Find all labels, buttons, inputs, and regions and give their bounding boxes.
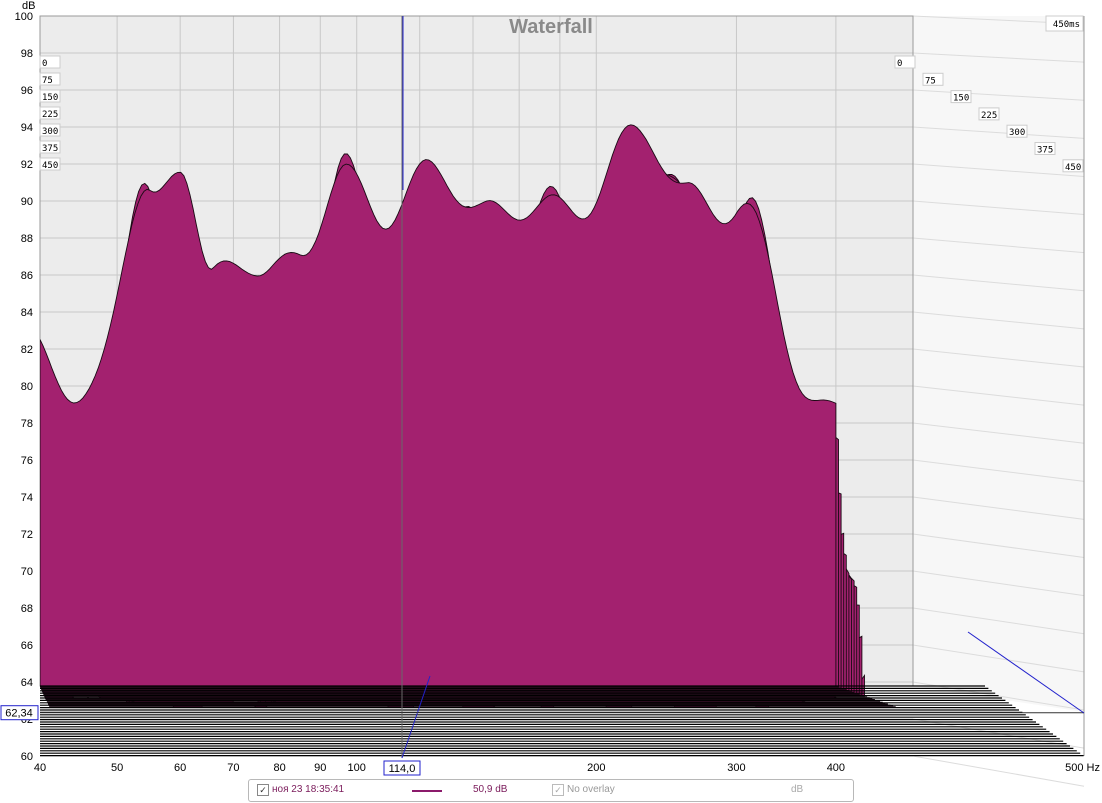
y-tick-label: 94 <box>21 122 33 134</box>
x-tick-label: 90 <box>314 762 326 774</box>
y-tick-label: 70 <box>21 566 33 578</box>
x-tick-label: 80 <box>273 762 285 774</box>
x-tick-label: 200 <box>587 762 605 774</box>
time-end-label: 450ms <box>1053 20 1080 30</box>
legend-bar: ✓ ноя 23 18:35:41 50,9 dB ✓ No overlay d… <box>248 779 854 802</box>
time-label-right: 300 <box>1009 128 1025 138</box>
x-axis: 40 50 60 70 80 90 100 200 300 400 500 Hz 114,0 <box>34 760 1100 776</box>
series-line-swatch <box>412 790 442 792</box>
y-axis: 100 98 96 94 92 90 88 86 84 82 80 78 76 74 72 70 68 66 64 6… <box>0 11 39 763</box>
y-tick-label: 80 <box>21 381 33 393</box>
x-tick-label: 60 <box>174 762 186 774</box>
time-label-right: 450 <box>1065 163 1081 173</box>
time-label-left: 225 <box>42 110 58 120</box>
time-label-left: 300 <box>42 127 58 137</box>
time-label-right: 375 <box>1037 146 1053 156</box>
y-tick-label: 92 <box>21 159 33 171</box>
measurement-label: ноя 23 18:35:41 <box>272 784 345 795</box>
y-tick-label: 74 <box>21 492 33 504</box>
overlay-unit: dB <box>791 784 804 795</box>
chart-title: Waterfall <box>509 16 593 38</box>
time-label-left: 150 <box>42 93 58 103</box>
cursor-level-label: 62,34 <box>5 708 33 720</box>
x-tick-label: 40 <box>34 762 46 774</box>
y-tick-label: 78 <box>21 418 33 430</box>
x-tick-label: 100 <box>348 762 366 774</box>
y-tick-label: 96 <box>21 85 33 97</box>
time-label-right: 0 <box>897 59 902 69</box>
y-tick-label: 90 <box>21 196 33 208</box>
x-tick-label: 500 Hz <box>1065 762 1100 774</box>
y-tick-label: 76 <box>21 455 33 467</box>
y-tick-label: 64 <box>21 677 33 689</box>
x-tick-label: 400 <box>827 762 845 774</box>
y-tick-label: 72 <box>21 529 33 541</box>
time-label-left: 450 <box>42 161 58 171</box>
y-tick-label: 98 <box>21 48 33 60</box>
measurement-checkbox[interactable]: ✓ <box>257 784 269 796</box>
x-tick-label: 50 <box>111 762 123 774</box>
y-tick-label: 88 <box>21 233 33 245</box>
time-label-right: 225 <box>981 111 997 121</box>
y-tick-label: 68 <box>21 603 33 615</box>
y-tick-label: 86 <box>21 270 33 282</box>
waterfall-chart: Waterfall dB 100989694929088868482807876… <box>0 0 1100 787</box>
overlay-checkbox[interactable]: ✓ <box>552 784 564 796</box>
y-tick-label: 82 <box>21 344 33 356</box>
time-label-left: 75 <box>42 76 53 86</box>
x-tick-label: 300 <box>727 762 745 774</box>
y-tick-label: 100 <box>15 11 33 23</box>
y-tick-label: 84 <box>21 307 33 319</box>
side-grid-line <box>912 755 1085 787</box>
y-tick-label: 60 <box>21 751 33 763</box>
time-label-left: 0 <box>42 59 47 69</box>
cursor-freq-label: 114,0 <box>389 763 416 775</box>
time-label-right: 150 <box>953 94 969 104</box>
time-label-right: 75 <box>925 76 936 86</box>
measurement-value: 50,9 dB <box>473 784 508 795</box>
x-tick-label: 70 <box>227 762 239 774</box>
time-label-left: 375 <box>42 144 58 154</box>
overlay-label: No overlay <box>567 784 615 795</box>
y-tick-label: 66 <box>21 640 33 652</box>
